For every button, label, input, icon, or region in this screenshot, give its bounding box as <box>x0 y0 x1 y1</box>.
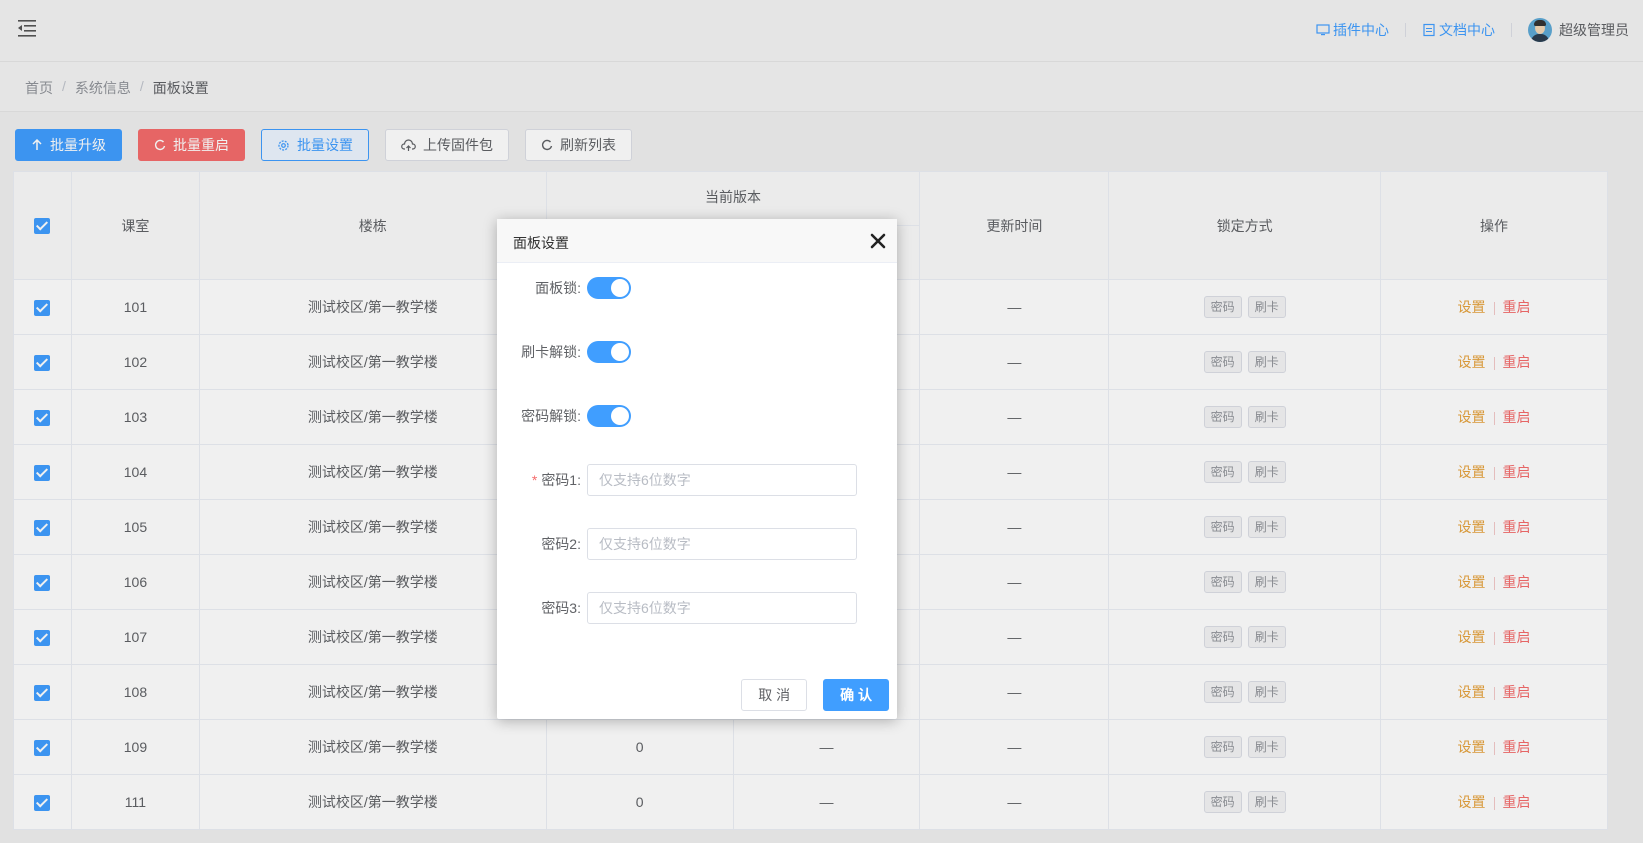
confirm-button[interactable]: 确 认 <box>823 679 889 711</box>
dialog-footer: 取 消 确 认 <box>725 679 889 711</box>
cancel-button[interactable]: 取 消 <box>741 679 808 711</box>
password-unlock-row: 密码解锁: <box>497 400 897 432</box>
password1-input[interactable] <box>587 464 857 496</box>
dialog-title: 面板设置 <box>513 235 569 251</box>
panel-lock-row: 面板锁: <box>497 272 897 304</box>
card-unlock-switch[interactable] <box>587 341 631 363</box>
close-icon[interactable] <box>869 232 887 250</box>
password2-input[interactable] <box>587 528 857 560</box>
password-unlock-label: 密码解锁: <box>521 408 581 424</box>
password1-label-text: 密码1: <box>541 472 581 488</box>
password3-label: 密码3: <box>541 600 581 616</box>
password-unlock-switch[interactable] <box>587 405 631 427</box>
password3-input[interactable] <box>587 592 857 624</box>
password3-row: 密码3: <box>497 592 897 624</box>
panel-lock-switch[interactable] <box>587 277 631 299</box>
card-unlock-label: 刷卡解锁: <box>521 344 581 360</box>
required-mark: * <box>531 472 538 488</box>
password2-row: 密码2: <box>497 528 897 560</box>
panel-settings-dialog: 面板设置 面板锁: 刷卡解锁: 密码解锁: *密码1: 密码2: 密码3: 取 … <box>497 219 897 719</box>
password1-label: * 密码1: <box>497 470 587 490</box>
card-unlock-row: 刷卡解锁: <box>497 336 897 368</box>
dialog-header: 面板设置 <box>497 219 897 263</box>
panel-lock-label: 面板锁: <box>535 280 581 296</box>
password1-row: * 密码1: <box>497 464 897 496</box>
password2-label: 密码2: <box>541 536 581 552</box>
